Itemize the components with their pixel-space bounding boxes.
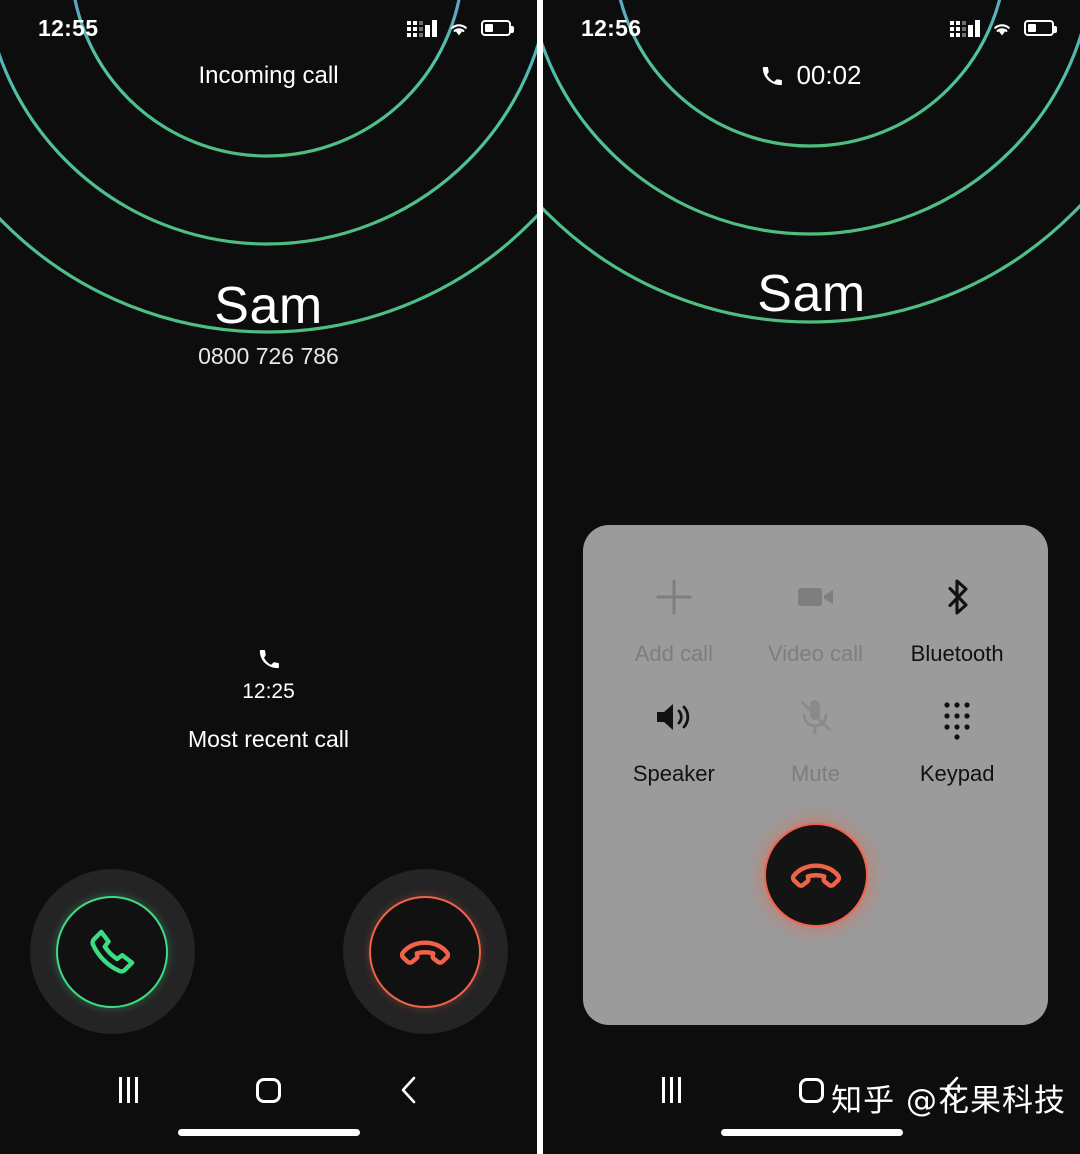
status-bar-icons	[950, 19, 1057, 37]
signal-icon	[950, 19, 980, 37]
gesture-handle[interactable]	[177, 1129, 360, 1136]
option-bluetooth[interactable]: Bluetooth	[886, 571, 1028, 667]
call-state-title: Incoming call	[198, 62, 339, 89]
call-duration-bar: 00:02	[543, 60, 1080, 91]
signal-icon	[407, 19, 437, 37]
screenshot-stage: 12:55 Incoming call Sam 0800 726 786 12:…	[0, 0, 1080, 1154]
watermark: 知乎 @花果科技	[831, 1083, 1066, 1119]
wifi-icon	[994, 23, 1010, 35]
phone-icon	[0, 648, 537, 670]
speaker-icon	[650, 691, 698, 743]
end-call-button[interactable]	[763, 823, 868, 927]
gesture-handle[interactable]	[720, 1129, 903, 1136]
option-speaker[interactable]: Speaker	[603, 691, 745, 787]
status-bar: 12:56	[543, 0, 1080, 56]
answer-call-button[interactable]	[29, 869, 195, 1034]
caller-number: 0800 726 786	[198, 343, 339, 369]
most-recent-call-time: 12:25	[242, 680, 295, 703]
option-label: Add call	[634, 641, 713, 666]
most-recent-call-info: 12:25 Most recent call	[0, 648, 537, 753]
option-label: Speaker	[632, 761, 715, 786]
wifi-icon	[451, 23, 467, 35]
mic-off-icon	[791, 691, 839, 743]
home-button[interactable]	[238, 1068, 298, 1112]
plus-icon	[650, 571, 698, 623]
battery-icon	[1024, 20, 1057, 36]
back-button[interactable]	[379, 1068, 439, 1112]
end-call-row	[583, 823, 1048, 927]
in-call-options-card: Add call Video call Bluetooth Speaker Mu…	[583, 525, 1048, 1025]
recents-button[interactable]	[98, 1068, 158, 1112]
caller-name: Sam	[214, 277, 323, 335]
call-action-row	[0, 869, 537, 1034]
video-icon	[791, 571, 839, 623]
option-label: Keypad	[919, 761, 995, 786]
phone-icon	[90, 929, 135, 974]
keypad-icon	[933, 691, 981, 743]
phone-icon	[763, 66, 783, 85]
caller-name: Sam	[757, 265, 866, 323]
option-add-call[interactable]: Add call	[603, 571, 745, 667]
status-bar: 12:55	[0, 0, 537, 56]
status-bar-clock: 12:56	[581, 14, 642, 41]
decline-call-ring	[369, 895, 481, 1008]
option-label: Video call	[767, 641, 863, 666]
call-duration: 00:02	[796, 60, 862, 90]
battery-icon	[481, 20, 514, 36]
system-nav-bar	[0, 1044, 537, 1154]
decline-call-button[interactable]	[342, 869, 508, 1034]
recents-button[interactable]	[641, 1068, 701, 1112]
bluetooth-icon	[933, 571, 981, 623]
option-mute[interactable]: Mute	[745, 691, 887, 787]
option-video-call[interactable]: Video call	[745, 571, 887, 667]
option-label: Mute	[791, 761, 840, 786]
status-bar-clock: 12:55	[38, 14, 99, 41]
most-recent-call-label: Most recent call	[187, 726, 350, 752]
answer-call-ring	[56, 895, 168, 1008]
phone-hangup-icon	[790, 863, 841, 888]
status-bar-icons	[407, 19, 514, 37]
in-call-screen: 12:56 00:02 Sam Add call Video call Blue…	[543, 0, 1080, 1154]
chevron-left-icon	[401, 1076, 416, 1104]
incoming-call-screen: 12:55 Incoming call Sam 0800 726 786 12:…	[0, 0, 537, 1154]
option-keypad[interactable]: Keypad	[886, 691, 1028, 787]
option-label: Bluetooth	[910, 641, 1004, 666]
phone-hangup-icon	[399, 939, 451, 965]
